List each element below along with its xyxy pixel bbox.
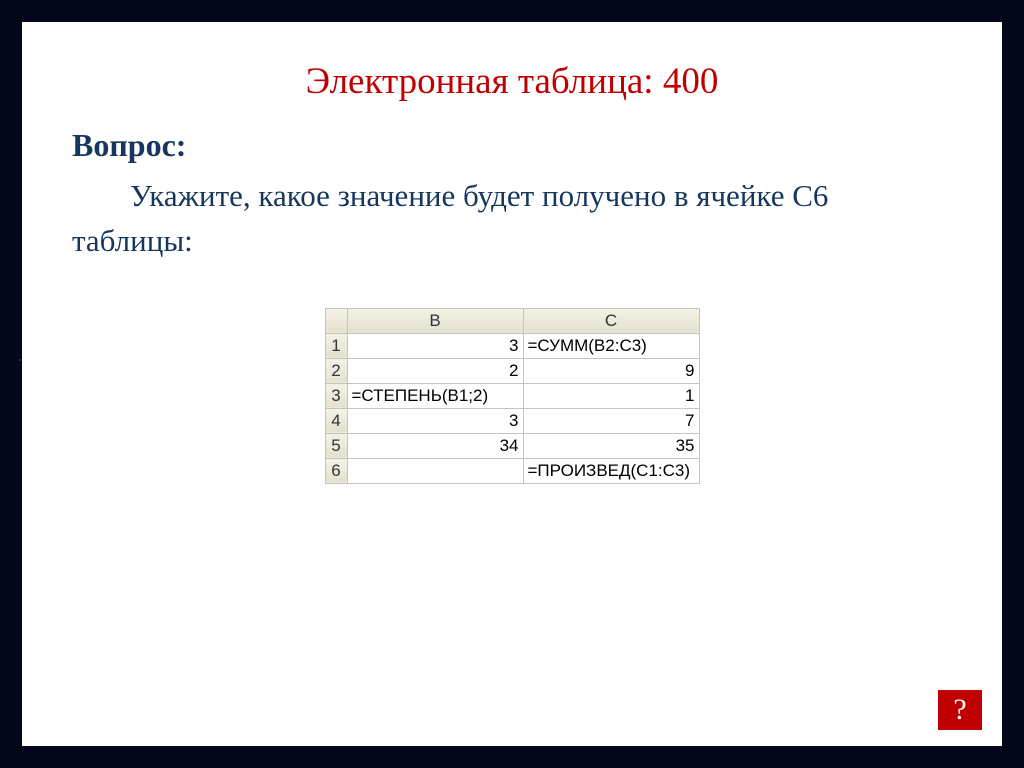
row-header: 1 — [325, 333, 347, 358]
table-row: 4 3 7 — [325, 408, 699, 433]
question-text: Укажите, какое значение будет получено в… — [72, 174, 952, 264]
row-header: 4 — [325, 408, 347, 433]
table-row: 3 =СТЕПЕНЬ(B1;2) 1 — [325, 383, 699, 408]
table-row: 5 34 35 — [325, 433, 699, 458]
cell-b3: =СТЕПЕНЬ(B1;2) — [347, 383, 523, 408]
cell-b4: 3 — [347, 408, 523, 433]
cell-c1: =СУММ(B2:C3) — [523, 333, 699, 358]
cell-b5: 34 — [347, 433, 523, 458]
cell-b2: 2 — [347, 358, 523, 383]
table-row: 1 3 =СУММ(B2:C3) — [325, 333, 699, 358]
corner-cell — [325, 308, 347, 333]
row-header: 6 — [325, 458, 347, 483]
spreadsheet: B C 1 3 =СУММ(B2:C3) 2 2 9 3 =СТЕПЕНЬ(B1… — [325, 308, 700, 484]
column-header-row: B C — [325, 308, 699, 333]
cell-c3: 1 — [523, 383, 699, 408]
question-mark-icon: ? — [953, 693, 966, 727]
row-header: 5 — [325, 433, 347, 458]
cell-b1: 3 — [347, 333, 523, 358]
table-row: 2 2 9 — [325, 358, 699, 383]
question-label: Вопрос: — [72, 127, 952, 164]
cell-c2: 9 — [523, 358, 699, 383]
cell-b6 — [347, 458, 523, 483]
cell-c6: =ПРОИЗВЕД(C1:C3) — [523, 458, 699, 483]
help-button[interactable]: ? — [938, 690, 982, 730]
row-header: 3 — [325, 383, 347, 408]
col-header-b: B — [347, 308, 523, 333]
row-header: 2 — [325, 358, 347, 383]
table-row: 6 =ПРОИЗВЕД(C1:C3) — [325, 458, 699, 483]
cell-c4: 7 — [523, 408, 699, 433]
spreadsheet-container: B C 1 3 =СУММ(B2:C3) 2 2 9 3 =СТЕПЕНЬ(B1… — [72, 308, 952, 484]
col-header-c: C — [523, 308, 699, 333]
slide: Электронная таблица: 400 Вопрос: Укажите… — [22, 22, 1002, 746]
cell-c5: 35 — [523, 433, 699, 458]
slide-title: Электронная таблица: 400 — [72, 60, 952, 103]
